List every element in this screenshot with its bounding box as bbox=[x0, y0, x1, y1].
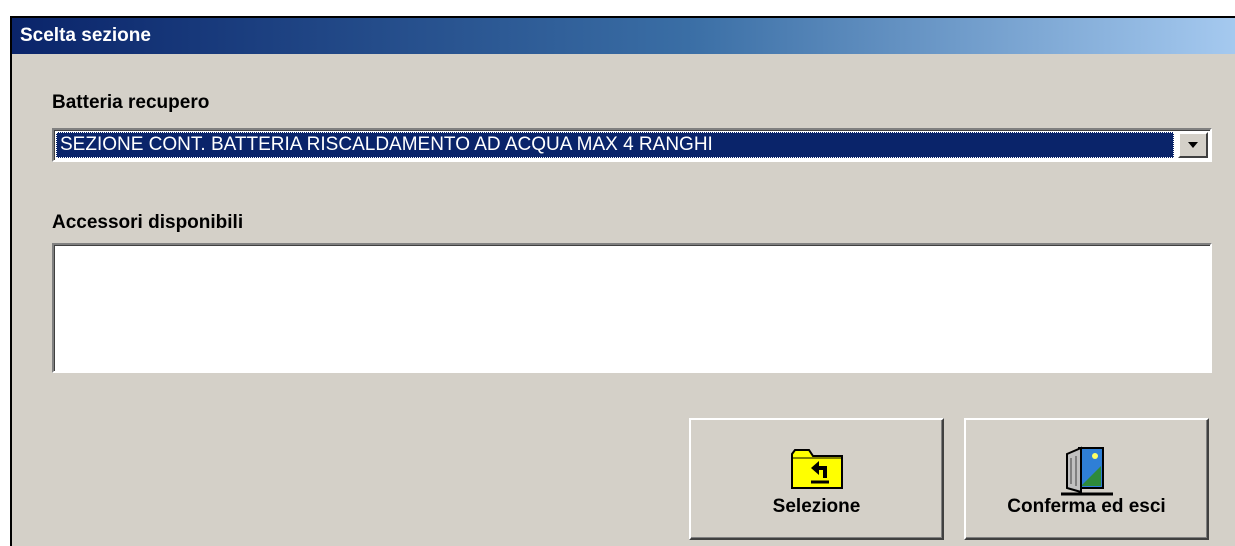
dropdown-button[interactable] bbox=[1178, 132, 1208, 158]
batteria-recupero-label: Batteria recupero bbox=[52, 92, 210, 113]
window-title: Scelta sezione bbox=[20, 25, 151, 46]
batteria-recupero-dropdown[interactable]: SEZIONE CONT. BATTERIA RISCALDAMENTO AD … bbox=[52, 128, 1212, 162]
selezione-button[interactable]: Selezione bbox=[689, 418, 944, 540]
title-bar: Scelta sezione bbox=[12, 18, 1235, 54]
folder-up-icon bbox=[789, 446, 845, 496]
conferma-ed-esci-button[interactable]: Conferma ed esci bbox=[964, 418, 1209, 540]
accessori-disponibili-label: Accessori disponibili bbox=[52, 212, 244, 233]
selezione-label: Selezione bbox=[772, 496, 861, 517]
accessori-disponibili-list[interactable] bbox=[52, 243, 1212, 373]
conferma-ed-esci-label: Conferma ed esci bbox=[1007, 496, 1166, 517]
dialog-window: Scelta sezione Batteria recupero SEZIONE… bbox=[10, 16, 1235, 546]
chevron-down-icon bbox=[1188, 142, 1198, 148]
batteria-recupero-selected-value[interactable]: SEZIONE CONT. BATTERIA RISCALDAMENTO AD … bbox=[56, 132, 1174, 158]
